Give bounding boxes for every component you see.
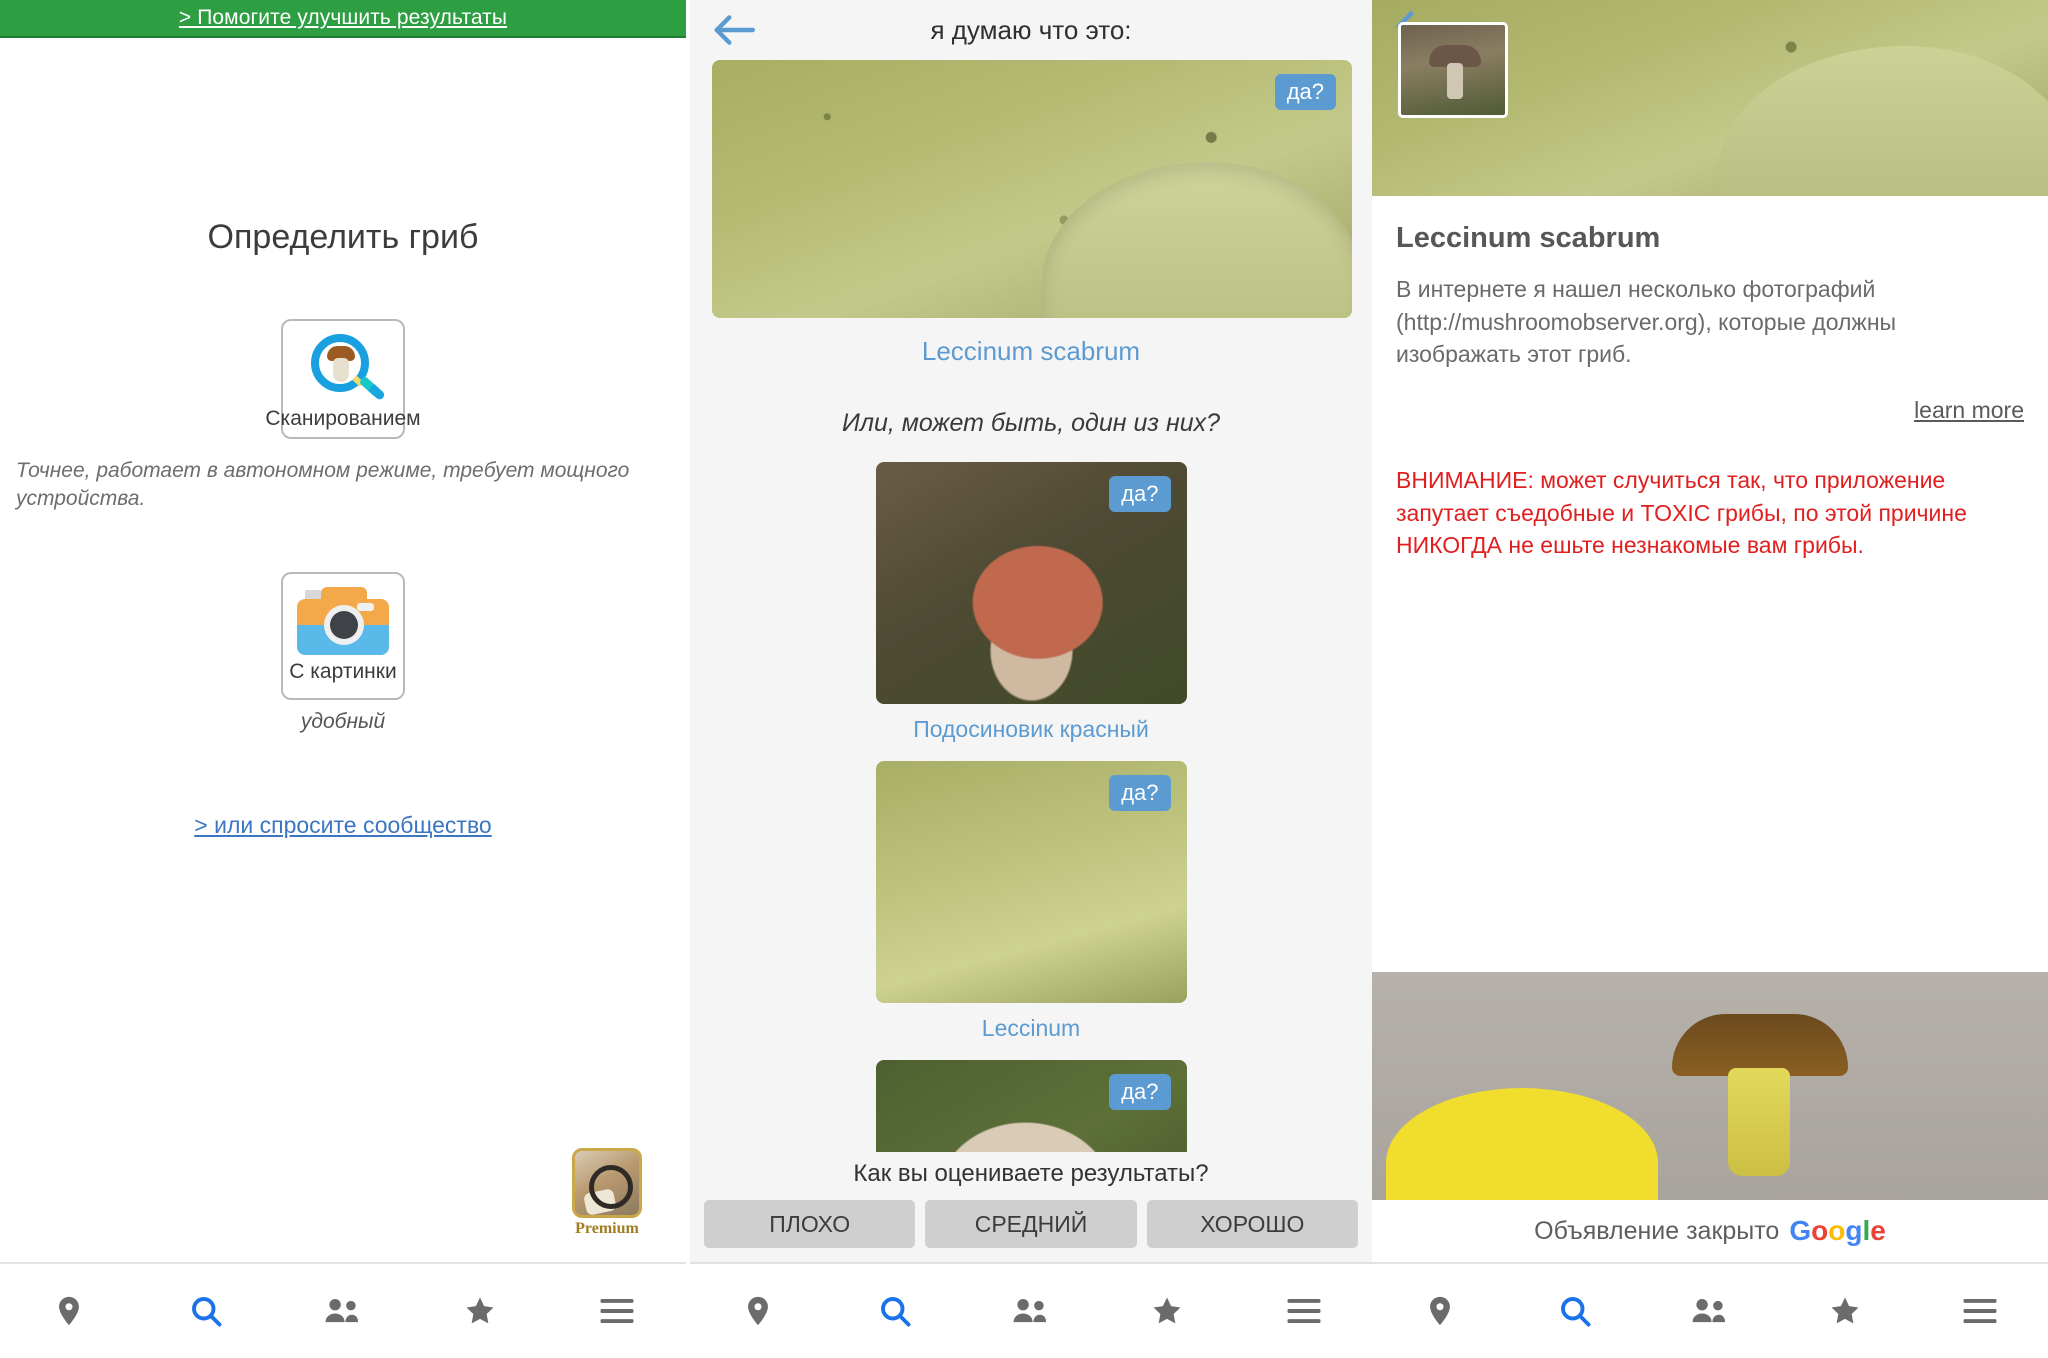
nav-star[interactable] — [1806, 1276, 1884, 1346]
premium-thumb-icon — [572, 1148, 642, 1218]
species-description: В интернете я нашел несколько фотографий… — [1396, 276, 1897, 368]
hero-species-link[interactable]: Leccinum scabrum — [712, 336, 1350, 367]
details-thumbnail[interactable] — [1398, 22, 1508, 118]
yes-badge[interactable]: да? — [1109, 1074, 1171, 1110]
bottom-nav-right — [1372, 1262, 2048, 1358]
premium-label: Premium — [575, 1220, 639, 1237]
result-header: я думаю что это: — [690, 0, 1372, 60]
maybe-question: Или, может быть, один из них? — [841, 409, 1221, 437]
picture-option-label: С картинки — [289, 660, 397, 684]
nav-search[interactable] — [1536, 1276, 1614, 1346]
rating-bad-button[interactable]: ПЛОХО — [704, 1200, 916, 1248]
yes-badge[interactable]: да? — [1109, 476, 1171, 512]
picture-option-note: удобный — [300, 710, 386, 734]
magnifier-mushroom-icon — [307, 329, 386, 407]
alternative-item[interactable]: да? Leccinum — [875, 761, 1187, 1042]
alternative-photo[interactable]: да? — [875, 761, 1187, 1003]
scan-option-button[interactable]: Сканированием — [265, 319, 421, 439]
nav-menu[interactable] — [1941, 1276, 2019, 1346]
ask-community-link[interactable]: > или спросите сообщество — [194, 812, 491, 839]
improve-results-link[interactable]: > Помогите улучшить результаты — [179, 6, 507, 30]
premium-badge[interactable]: Premium — [572, 1148, 642, 1237]
panel-identify: > Помогите улучшить результаты Определит… — [0, 0, 686, 1358]
species-title: Leccinum scabrum — [1396, 222, 1661, 254]
nav-star[interactable] — [441, 1276, 519, 1346]
toxic-warning: ВНИМАНИЕ: может случиться так, что прило… — [1396, 466, 1967, 559]
learn-more-link[interactable]: learn more — [1914, 397, 2024, 423]
app-screenshot: > Помогите улучшить результаты Определит… — [0, 0, 2048, 1358]
picture-option-button[interactable]: С картинки — [281, 572, 405, 701]
details-hero-photo — [1372, 0, 2048, 196]
alternative-item[interactable]: да? Подосиновик красный — [875, 462, 1187, 743]
back-arrow-icon[interactable] — [712, 14, 756, 51]
nav-menu[interactable] — [578, 1276, 656, 1346]
ad-container[interactable]: Объявление закрыто Google — [1372, 972, 2048, 1262]
ad-image[interactable] — [1372, 972, 2048, 1200]
ad-closed-notice: Объявление закрыто Google — [1372, 1200, 2048, 1262]
alternative-label[interactable]: Подосиновик красный — [876, 716, 1187, 743]
details-body: Leccinum scabrum В интернете я нашел нес… — [1372, 196, 2048, 562]
nav-people[interactable] — [304, 1276, 382, 1346]
identify-body: Определить гриб Сканированием Точнее, ра… — [0, 38, 686, 1262]
alternative-label[interactable]: Leccinum — [876, 1015, 1187, 1042]
hero-photo[interactable]: да? — [712, 60, 1352, 318]
rating-question: Как вы оцениваете результаты? — [853, 1160, 1209, 1187]
nav-menu[interactable] — [1265, 1276, 1343, 1346]
nav-location-pin[interactable] — [719, 1276, 797, 1346]
camera-icon — [297, 582, 389, 660]
yes-badge[interactable]: да? — [1274, 74, 1336, 110]
result-header-title: я думаю что это: — [930, 14, 1132, 45]
alternative-photo[interactable]: да? — [875, 462, 1187, 704]
nav-location-pin[interactable] — [30, 1276, 108, 1346]
rating-medium-button[interactable]: СРЕДНИЙ — [925, 1200, 1137, 1248]
scan-option-label: Сканированием — [265, 407, 421, 430]
page-title: Определить гриб — [207, 218, 479, 256]
google-logo: Google — [1789, 1215, 1886, 1246]
yes-badge[interactable]: да? — [1109, 775, 1171, 811]
nav-star[interactable] — [1128, 1276, 1206, 1346]
scan-option-note: Точнее, работает в автономном режиме, тр… — [16, 459, 630, 510]
rating-bar: Как вы оцениваете результаты? ПЛОХО СРЕД… — [690, 1152, 1372, 1262]
nav-location-pin[interactable] — [1401, 1276, 1479, 1346]
bottom-nav-mid — [690, 1262, 1372, 1358]
improve-results-banner[interactable]: > Помогите улучшить результаты — [0, 0, 686, 38]
bottom-nav-left — [0, 1262, 686, 1358]
nav-search[interactable] — [856, 1276, 934, 1346]
panel-details: Leccinum scabrum В интернете я нашел нес… — [1372, 0, 2048, 1358]
result-scroll[interactable]: да? Leccinum scabrum Или, может быть, од… — [690, 60, 1372, 1358]
panel-result: я думаю что это: да? Leccinum scabrum Ил… — [686, 0, 1372, 1358]
rating-good-button[interactable]: ХОРОШО — [1146, 1200, 1358, 1248]
nav-search[interactable] — [167, 1276, 245, 1346]
ad-closed-text: Объявление закрыто — [1534, 1216, 1780, 1245]
nav-people[interactable] — [992, 1276, 1070, 1346]
nav-people[interactable] — [1671, 1276, 1749, 1346]
